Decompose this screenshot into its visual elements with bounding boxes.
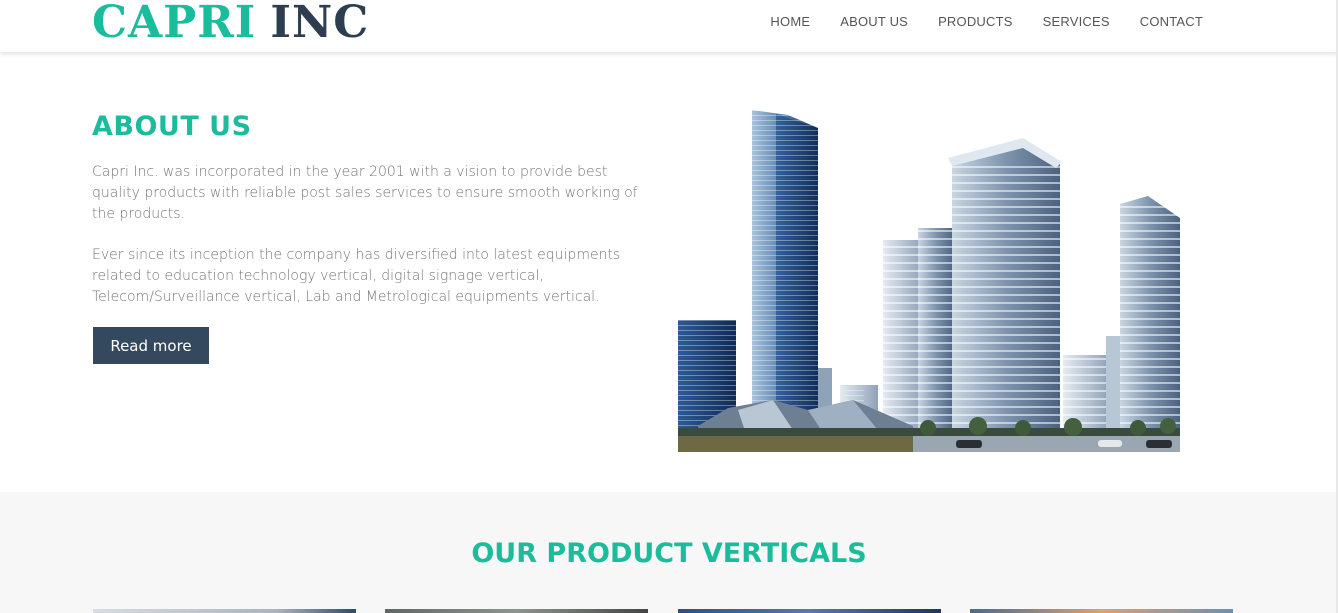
logo-word-capri: CAPRI	[92, 0, 257, 48]
product-card-3[interactable]	[678, 609, 941, 613]
products-section: OUR PRODUCT VERTICALS	[0, 492, 1338, 613]
about-title: ABOUT US	[92, 111, 252, 142]
nav-about-us[interactable]: ABOUT US	[840, 13, 908, 31]
about-paragraph-2: Ever since its inception the company has…	[92, 247, 621, 305]
city-skyline-image	[678, 110, 1180, 452]
product-card-2[interactable]	[385, 609, 648, 613]
nav-services[interactable]: SERVICES	[1043, 13, 1110, 31]
about-section: ABOUT US Capri Inc. was incorporated in …	[0, 52, 1338, 492]
site-header: CAPRI INC HOME ABOUT US PRODUCTS SERVICE…	[0, 0, 1338, 52]
nav-home[interactable]: HOME	[770, 13, 810, 31]
nav-contact[interactable]: CONTACT	[1140, 13, 1203, 31]
site-logo[interactable]: CAPRI INC	[92, 0, 369, 46]
nav-products[interactable]: PRODUCTS	[938, 13, 1013, 31]
about-paragraph-1: Capri Inc. was incorporated in the year …	[92, 164, 638, 222]
products-title: OUR PRODUCT VERTICALS	[471, 538, 867, 569]
main-nav: HOME ABOUT US PRODUCTS SERVICES CONTACT	[770, 13, 1203, 31]
read-more-button[interactable]: Read more	[93, 327, 209, 364]
product-card-1[interactable]	[93, 609, 356, 613]
product-card-4[interactable]	[970, 609, 1233, 613]
logo-word-inc: INC	[270, 0, 370, 48]
